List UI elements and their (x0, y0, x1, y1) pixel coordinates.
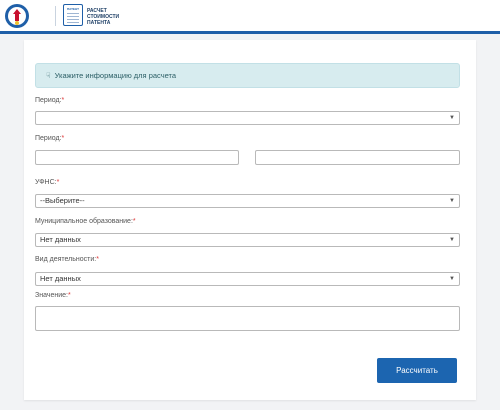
period-range-label: Период:* (35, 135, 65, 142)
amount-input[interactable] (35, 306, 460, 331)
ufns-select[interactable]: --Выберите-- ▼ (35, 194, 460, 208)
app-title: РАСЧЕТ СТОИМОСТИ ПАТЕНТА (87, 8, 127, 26)
ufns-label: УФНС:* (35, 179, 60, 186)
activity-label: Вид деятельности:* (35, 256, 99, 263)
chevron-down-icon: ▼ (449, 276, 455, 282)
period-select[interactable]: ▼ (35, 111, 460, 125)
app-title-line-3: ПАТЕНТА (87, 20, 111, 26)
header-accent-line (0, 31, 500, 34)
activity-select[interactable]: Нет данных ▼ (35, 272, 460, 286)
patent-badge-text: ПАТЕНТ (66, 7, 79, 11)
chevron-down-icon: ▼ (449, 198, 455, 204)
info-banner-text: Укажите информацию для расчета (54, 71, 177, 80)
period-label: Период:* (35, 97, 65, 104)
hand-pointer-icon: ☟ (46, 71, 51, 80)
amount-label: Значение:* (35, 292, 71, 299)
chevron-down-icon: ▼ (449, 115, 455, 121)
fns-emblem-icon (5, 4, 29, 28)
calculate-button[interactable]: Рассчитать (377, 358, 457, 383)
patent-logo-icon: ПАТЕНТ (63, 4, 83, 26)
logo-divider (55, 6, 56, 26)
site-header: ПАТЕНТ РАСЧЕТ СТОИМОСТИ ПАТЕНТА (0, 0, 500, 34)
chevron-down-icon: ▼ (449, 237, 455, 243)
municipality-select[interactable]: Нет данных ▼ (35, 233, 460, 247)
calculation-form: ☟ Укажите информацию для расчета Период:… (24, 40, 476, 400)
period-from-input[interactable] (35, 150, 239, 165)
period-to-input[interactable] (255, 150, 460, 165)
info-banner: ☟ Укажите информацию для расчета (35, 63, 460, 88)
municipality-label: Муниципальное образование:* (35, 218, 136, 225)
